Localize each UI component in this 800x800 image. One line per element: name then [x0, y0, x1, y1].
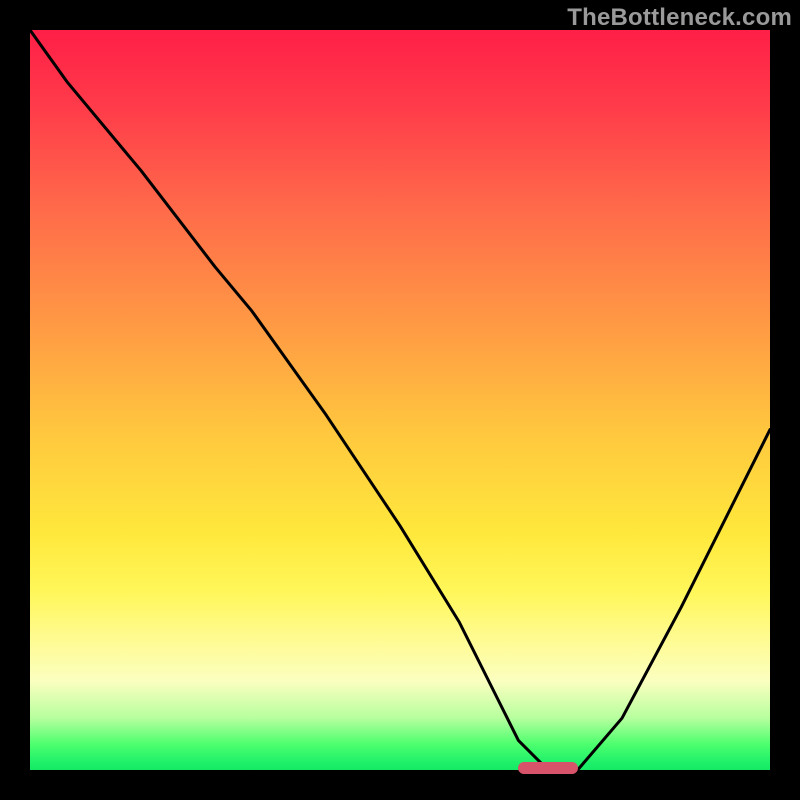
bottleneck-curve	[30, 30, 770, 770]
curve-svg	[30, 30, 770, 770]
chart-frame: TheBottleneck.com	[0, 0, 800, 800]
chart-plot-area	[30, 30, 770, 770]
watermark-text: TheBottleneck.com	[567, 4, 792, 32]
optimal-range-marker	[518, 762, 577, 774]
